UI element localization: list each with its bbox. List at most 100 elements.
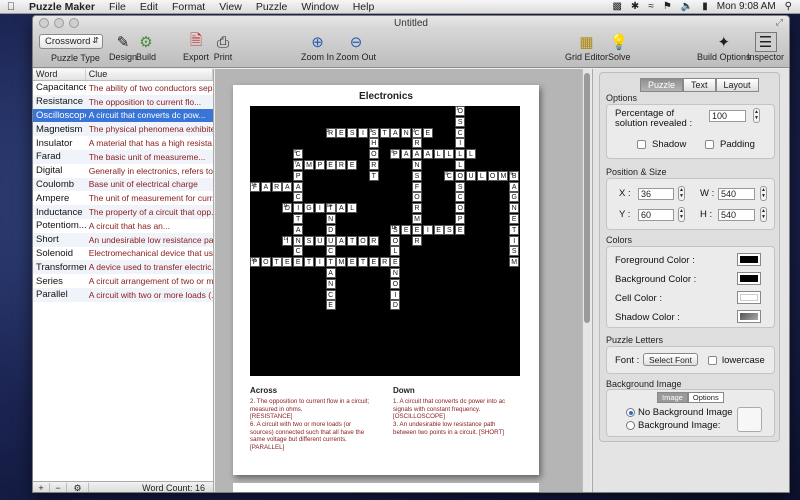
grid-cell[interactable]: L: [455, 160, 466, 170]
table-row[interactable]: Short An undesirable low resistance pat..…: [33, 232, 213, 247]
grid-cell[interactable]: A: [282, 181, 293, 192]
grid-cell[interactable]: A: [336, 203, 347, 214]
clue-cell[interactable]: A device used to transfer electric...: [86, 262, 213, 272]
grid-cell[interactable]: L: [444, 149, 455, 160]
grid-cell[interactable]: M: [509, 257, 520, 268]
apple-menu-icon[interactable]: : [0, 1, 22, 13]
screens-icon[interactable]: ▩: [612, 1, 621, 12]
puzzle-type-select[interactable]: Crossword ⇵: [39, 34, 103, 49]
flag-icon[interactable]: ⚑: [663, 1, 672, 12]
grid-cell[interactable]: L: [476, 170, 487, 181]
padding-checkbox[interactable]: [705, 140, 714, 149]
grid-cell[interactable]: N: [325, 214, 336, 224]
grid-cell[interactable]: S: [509, 246, 520, 257]
tab-image[interactable]: Image: [657, 392, 688, 403]
grid-cell[interactable]: R: [412, 203, 422, 214]
build-button[interactable]: ⚙ Build: [135, 32, 157, 62]
w-stepper[interactable]: ▲ ▼: [760, 186, 767, 201]
grid-cell[interactable]: E: [282, 257, 293, 268]
bluetooth-icon[interactable]: ✱: [631, 1, 639, 12]
grid-cell[interactable]: T: [509, 224, 520, 235]
grid-cell[interactable]: N: [412, 160, 422, 170]
table-row[interactable]: Resistance The opposition to current flo.…: [33, 94, 213, 109]
grid-cell[interactable]: C5: [293, 149, 304, 160]
remove-word-button[interactable]: −: [50, 483, 67, 492]
percentage-stepper[interactable]: ▲ ▼: [753, 108, 760, 123]
solve-button[interactable]: 💡 Solve: [608, 32, 631, 62]
grid-cell[interactable]: S3: [368, 127, 379, 138]
y-stepper[interactable]: ▲ ▼: [678, 207, 685, 222]
word-cell[interactable]: Insulator: [33, 138, 86, 149]
x-input[interactable]: 36: [638, 188, 674, 200]
table-row[interactable]: Insulator A material that has a high resi…: [33, 136, 213, 150]
grid-cell[interactable]: U: [466, 170, 476, 181]
word-cell[interactable]: Digital: [33, 165, 86, 176]
grid-cell[interactable]: N: [325, 278, 336, 289]
grid-cell[interactable]: E: [412, 224, 422, 235]
battery-icon[interactable]: ▮: [702, 1, 708, 12]
foreground-color-well[interactable]: [737, 253, 761, 266]
grid-cell[interactable]: N: [293, 235, 304, 246]
grid-cell[interactable]: M: [336, 257, 347, 268]
grid-cell[interactable]: R: [412, 138, 422, 149]
grid-editor-button[interactable]: ▦ Grid Editor: [565, 32, 608, 62]
grid-cell[interactable]: O: [368, 149, 379, 160]
grid-cell[interactable]: I: [314, 257, 325, 268]
column-header-word[interactable]: Word: [33, 69, 86, 80]
grid-cell[interactable]: S 12 15: [390, 224, 401, 235]
scrollbar-thumb[interactable]: [584, 73, 590, 323]
export-button[interactable]: 🗎 Export: [183, 32, 209, 63]
grid-cell[interactable]: C: [455, 192, 466, 203]
grid-cell[interactable]: O: [487, 170, 498, 181]
grid-cell[interactable]: P: [314, 160, 325, 170]
fullscreen-icon[interactable]: ⤢: [776, 17, 783, 28]
grid-cell[interactable]: O: [390, 278, 401, 289]
menu-help[interactable]: Help: [346, 1, 382, 13]
grid-cell[interactable]: C: [293, 192, 304, 203]
grid-cell[interactable]: R2: [325, 127, 336, 138]
grid-cell[interactable]: A: [390, 127, 401, 138]
menu-file[interactable]: File: [102, 1, 133, 13]
grid-cell[interactable]: R: [336, 160, 347, 170]
grid-cell[interactable]: O: [455, 170, 466, 181]
word-cell[interactable]: Capacitance: [33, 82, 86, 93]
table-row[interactable]: Oscilloscope A circuit that converts dc p…: [33, 108, 213, 123]
zoom-out-button[interactable]: ⊖ Zoom Out: [336, 32, 376, 62]
clue-cell[interactable]: A circuit that converts dc pow...: [86, 110, 213, 120]
tab-text[interactable]: Text: [683, 78, 716, 92]
tab-bg-options[interactable]: Options: [687, 392, 724, 403]
grid-cell[interactable]: D: [390, 300, 401, 311]
menu-format[interactable]: Format: [165, 1, 212, 13]
grid-cell[interactable]: M: [498, 170, 509, 181]
grid-cell[interactable]: L: [390, 246, 401, 257]
grid-cell[interactable]: E: [347, 257, 358, 268]
grid-cell[interactable]: E: [325, 300, 336, 311]
word-cell[interactable]: Oscilloscope: [33, 110, 86, 121]
zoom-button[interactable]: [69, 18, 79, 28]
no-background-radio[interactable]: [626, 408, 635, 417]
table-row[interactable]: Potentiom... A circuit that has an...: [33, 219, 213, 233]
grid-cell[interactable]: M: [412, 214, 422, 224]
word-cell[interactable]: Farad: [33, 151, 86, 162]
word-cell[interactable]: Transformer: [33, 262, 86, 273]
grid-cell[interactable]: E: [347, 160, 358, 170]
table-row[interactable]: Inductance The property of a circuit that…: [33, 205, 213, 219]
add-word-button[interactable]: +: [33, 483, 50, 492]
grid-cell[interactable]: L: [347, 203, 358, 214]
menu-app-name[interactable]: Puzzle Maker: [22, 1, 102, 13]
clue-cell[interactable]: The ability of two conductors sep...: [86, 83, 213, 93]
word-cell[interactable]: Coulomb: [33, 179, 86, 190]
grid-cell[interactable]: R: [271, 181, 282, 192]
grid-cell[interactable]: N: [401, 127, 412, 138]
grid-cell[interactable]: A: [401, 149, 412, 160]
table-row[interactable]: Coulomb Base unit of electrical charge: [33, 177, 213, 192]
clue-cell[interactable]: Base unit of electrical charge: [86, 179, 213, 189]
grid-cell[interactable]: O: [358, 235, 368, 246]
grid-cell[interactable]: A: [293, 224, 304, 235]
clue-cell[interactable]: A circuit with two or more loads (...: [86, 290, 213, 300]
menu-edit[interactable]: Edit: [133, 1, 165, 13]
print-button[interactable]: ⎙ Print: [212, 32, 234, 63]
clue-cell[interactable]: A material that has a high resista...: [86, 138, 213, 148]
table-row[interactable]: Series A circuit arrangement of two or m.…: [33, 274, 213, 288]
grid-cell[interactable]: H: [368, 138, 379, 149]
